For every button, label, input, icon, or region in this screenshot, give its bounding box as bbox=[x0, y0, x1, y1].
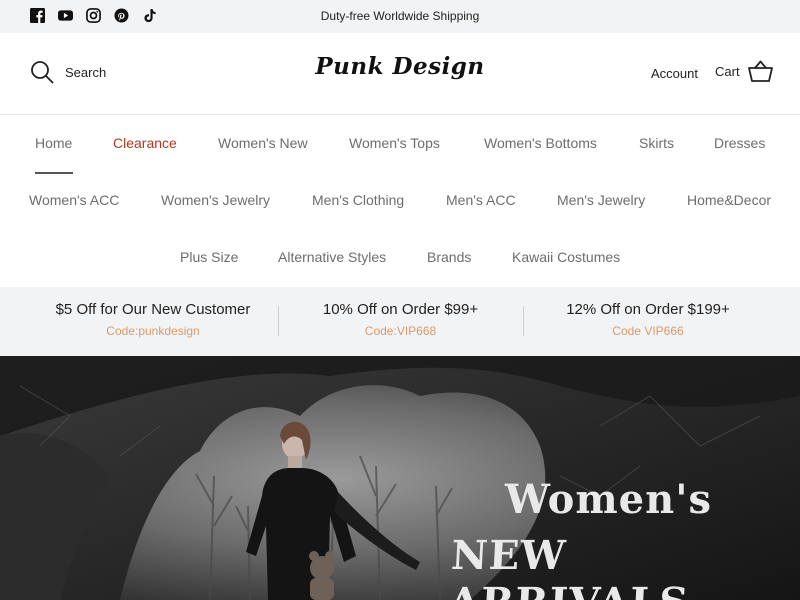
nav-item-mens-acc[interactable]: Men's ACC bbox=[446, 192, 516, 208]
promo-code: Code:VIP668 bbox=[364, 324, 437, 338]
main-nav: Home Clearance Women's New Women's Tops … bbox=[0, 115, 800, 287]
cart-label: Cart bbox=[715, 63, 740, 79]
basket-icon bbox=[747, 60, 773, 82]
nav-item-home-decor[interactable]: Home&Decor bbox=[687, 192, 771, 208]
nav-active-indicator bbox=[35, 172, 73, 174]
nav-item-mens-clothing[interactable]: Men's Clothing bbox=[312, 192, 404, 208]
nav-item-womens-acc[interactable]: Women's ACC bbox=[29, 192, 119, 208]
hero-title-line2: NEW ARRIVALS bbox=[448, 532, 691, 600]
nav-item-home[interactable]: Home bbox=[35, 135, 72, 151]
promo-title: 10% Off on Order $99+ bbox=[322, 301, 479, 318]
nav-item-womens-tops[interactable]: Women's Tops bbox=[349, 135, 440, 151]
promo-title: 12% Off on Order $199+ bbox=[566, 301, 730, 318]
nav-item-womens-bottoms[interactable]: Women's Bottoms bbox=[484, 135, 597, 151]
nav-item-mens-jewelry[interactable]: Men's Jewelry bbox=[557, 192, 645, 208]
promo-new-customer: $5 Off for Our New Customer Code:punkdes… bbox=[28, 287, 278, 356]
nav-item-brands[interactable]: Brands bbox=[427, 249, 471, 265]
hero-banner[interactable]: Women's NEW ARRIVALS bbox=[0, 356, 800, 600]
cart-button[interactable]: Cart bbox=[715, 60, 773, 82]
promo-strip: $5 Off for Our New Customer Code:punkdes… bbox=[0, 287, 800, 356]
nav-item-dresses[interactable]: Dresses bbox=[714, 135, 765, 151]
promo-code: Code:punkdesign bbox=[106, 324, 200, 338]
promo-code: Code VIP666 bbox=[612, 324, 684, 338]
nav-item-kawaii-costumes[interactable]: Kawaii Costumes bbox=[512, 249, 620, 265]
site-header: Search Punk Design Account Cart bbox=[0, 33, 800, 115]
nav-item-womens-new[interactable]: Women's New bbox=[218, 135, 308, 151]
shipping-announcement: Duty-free Worldwide Shipping bbox=[320, 9, 480, 23]
nav-item-womens-jewelry[interactable]: Women's Jewelry bbox=[161, 192, 270, 208]
nav-item-clearance[interactable]: Clearance bbox=[113, 135, 177, 151]
hero-title-line1: Women's bbox=[505, 476, 712, 523]
nav-item-skirts[interactable]: Skirts bbox=[639, 135, 674, 151]
account-link[interactable]: Account bbox=[651, 66, 698, 81]
announcement-bar: Duty-free Worldwide Shipping bbox=[0, 0, 800, 33]
promo-order-99: 10% Off on Order $99+ Code:VIP668 bbox=[278, 287, 523, 356]
promo-title: $5 Off for Our New Customer bbox=[55, 301, 251, 318]
nav-item-alternative-styles[interactable]: Alternative Styles bbox=[278, 249, 386, 265]
promo-order-199: 12% Off on Order $199+ Code VIP666 bbox=[523, 287, 773, 356]
nav-item-plus-size[interactable]: Plus Size bbox=[180, 249, 238, 265]
